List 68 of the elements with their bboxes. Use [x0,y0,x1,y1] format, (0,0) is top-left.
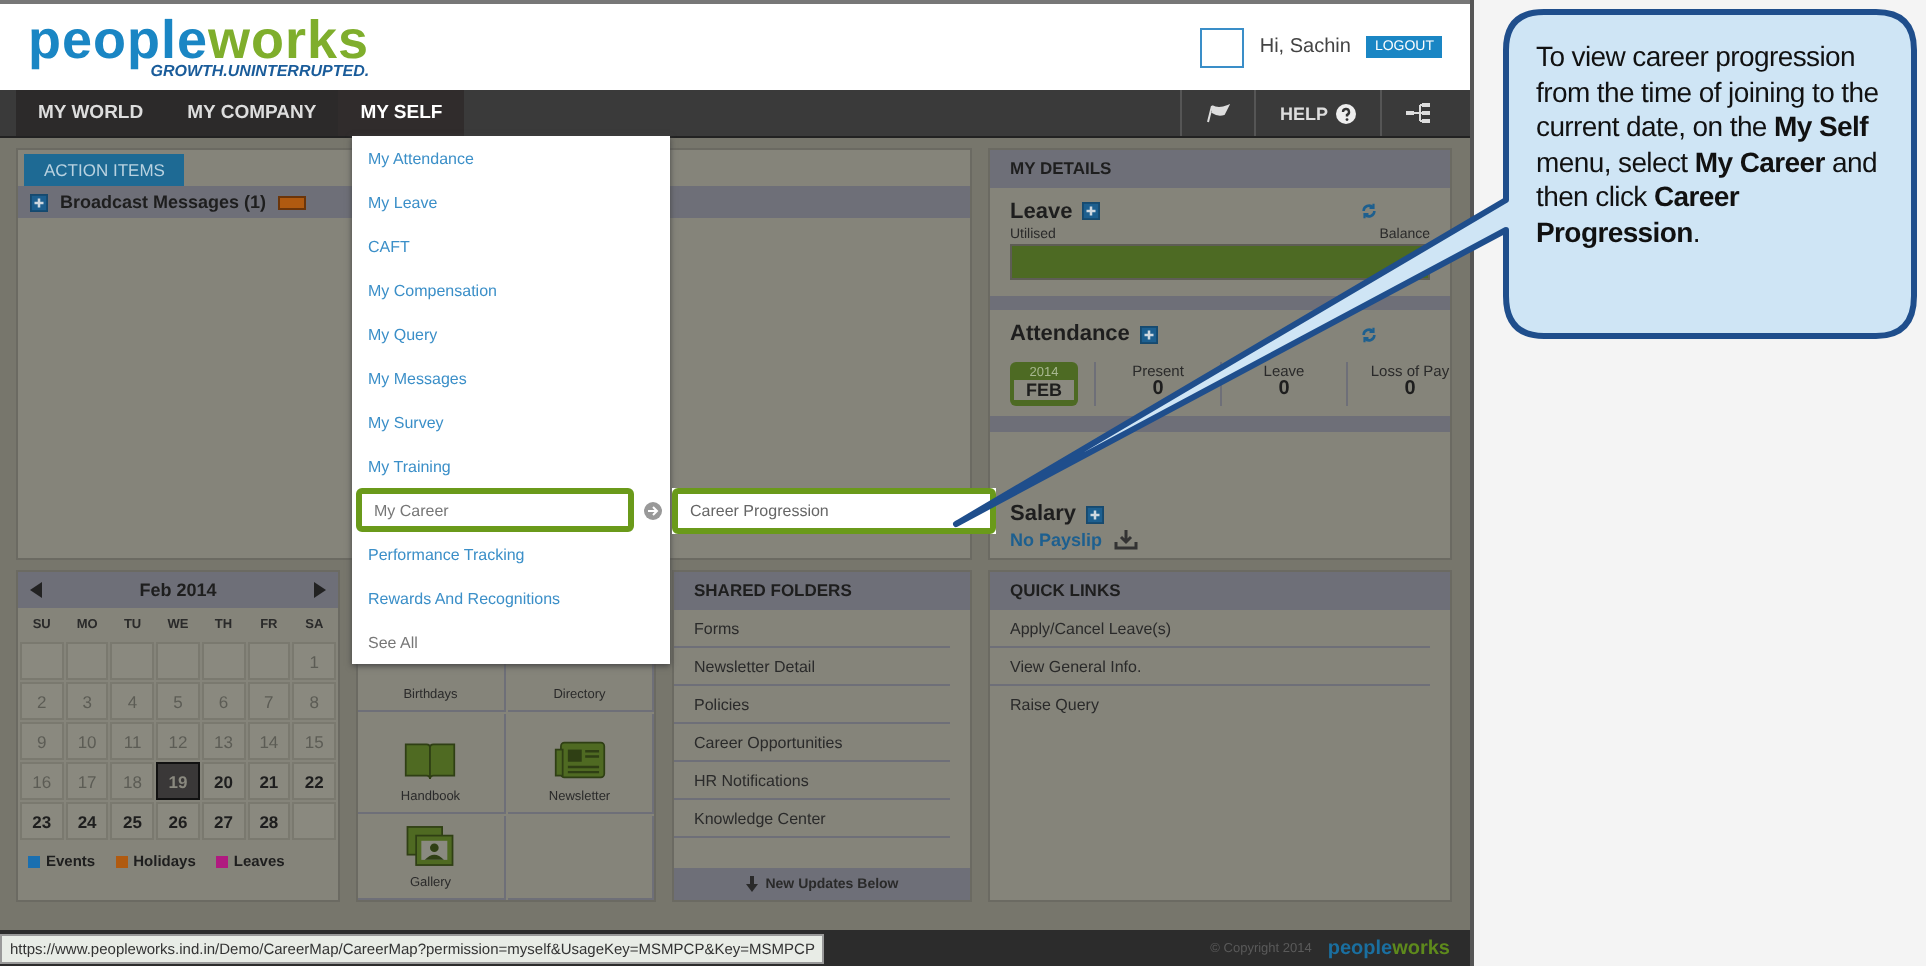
folder-link[interactable]: Policies [674,685,950,723]
folder-link[interactable]: HR Notifications [674,761,950,799]
folder-link[interactable]: Knowledge Center [674,799,950,837]
photo-frames-icon [404,824,457,868]
calendar-day[interactable]: 25 [110,802,155,840]
panel-title: MY DETAILS [990,150,1450,187]
menu-item[interactable]: My Training [356,448,666,484]
menu-item[interactable]: See All [356,624,666,660]
panel-title: QUICK LINKS [990,572,1450,609]
logo: peopleworks [28,14,370,68]
menu-item[interactable]: My Messages [356,360,666,396]
stat-value: 0 [1278,380,1290,401]
help-button[interactable]: HELP [1253,90,1380,136]
expand-icon[interactable] [30,193,48,211]
menu-item[interactable]: My Attendance [356,140,666,176]
footer-logo: peopleworks [1327,937,1450,959]
stat-value: 0 [1404,380,1416,401]
plus-icon[interactable] [1086,505,1105,523]
calendar-day[interactable]: 21 [247,762,291,800]
previous-icon[interactable] [30,582,44,598]
flag-icon[interactable] [1205,103,1230,123]
help-icon [1336,103,1356,123]
menu-item[interactable]: My Career [356,488,634,532]
menu-item[interactable]: CAFT [356,228,666,264]
callout-text: To view career progression from the time of joining to the current date, on the My Self menu, select My Career and then click Career Progression. [1536,40,1881,250]
section-title: Attendance [1010,322,1130,347]
calendar-title: Feb 2014 [139,580,217,600]
menu-item[interactable]: Performance Tracking [356,536,666,572]
quick-link[interactable]: Raise Query [990,685,1430,721]
quick-link[interactable]: Apply/Cancel Leave(s) [990,609,1430,647]
folder-link[interactable]: Forms [674,609,950,647]
stat-value: 0 [1152,380,1164,401]
download-icon[interactable] [1114,530,1139,550]
greeting: Hi, Sachin [1259,36,1351,58]
menu-item[interactable]: Rewards And Recognitions [356,580,666,616]
action-items-tab[interactable]: ACTION ITEMS [24,154,185,186]
menu-item[interactable]: My Query [356,316,666,352]
calendar-day[interactable]: 23 [20,802,64,840]
nav-tab[interactable]: MY COMPANY [165,90,339,136]
down-arrow-icon [745,876,758,892]
calendar-day[interactable]: 20 [201,762,246,800]
section-title: Leave [1010,199,1073,223]
calendar-day[interactable]: 28 [247,802,291,840]
calendar-day[interactable]: 26 [156,802,200,840]
menu-item[interactable]: My Leave [356,184,666,220]
broadcast-messages-label[interactable]: Broadcast Messages (1) [60,192,267,212]
plus-icon[interactable] [1139,325,1158,344]
next-icon[interactable] [312,582,326,598]
calendar-day[interactable]: 24 [65,802,109,840]
nav-tab[interactable]: MY WORLD [16,90,166,136]
calendar-day[interactable]: 19 [156,762,200,800]
month-label: FEB [1014,380,1074,401]
hierarchy-icon[interactable] [1406,102,1430,124]
section-title: Salary [1010,502,1077,526]
submenu-item[interactable]: Career Progression [672,488,996,534]
folder-link[interactable]: Newsletter Detail [674,647,950,685]
calendar-day[interactable]: 22 [292,762,336,800]
newspaper-icon [553,738,606,782]
folder-link[interactable]: Career Opportunities [674,723,950,761]
book-icon [404,738,457,782]
nav-tab[interactable]: MY SELF [338,90,465,136]
calendar-day[interactable]: 27 [201,802,246,840]
quick-link[interactable]: View General Info. [990,647,1430,685]
panel-title: SHARED FOLDERS [674,572,970,609]
plus-icon[interactable] [1082,202,1101,220]
avatar [1199,27,1244,67]
menu-item[interactable]: My Survey [356,404,666,440]
menu-item[interactable]: My Compensation [356,272,666,308]
